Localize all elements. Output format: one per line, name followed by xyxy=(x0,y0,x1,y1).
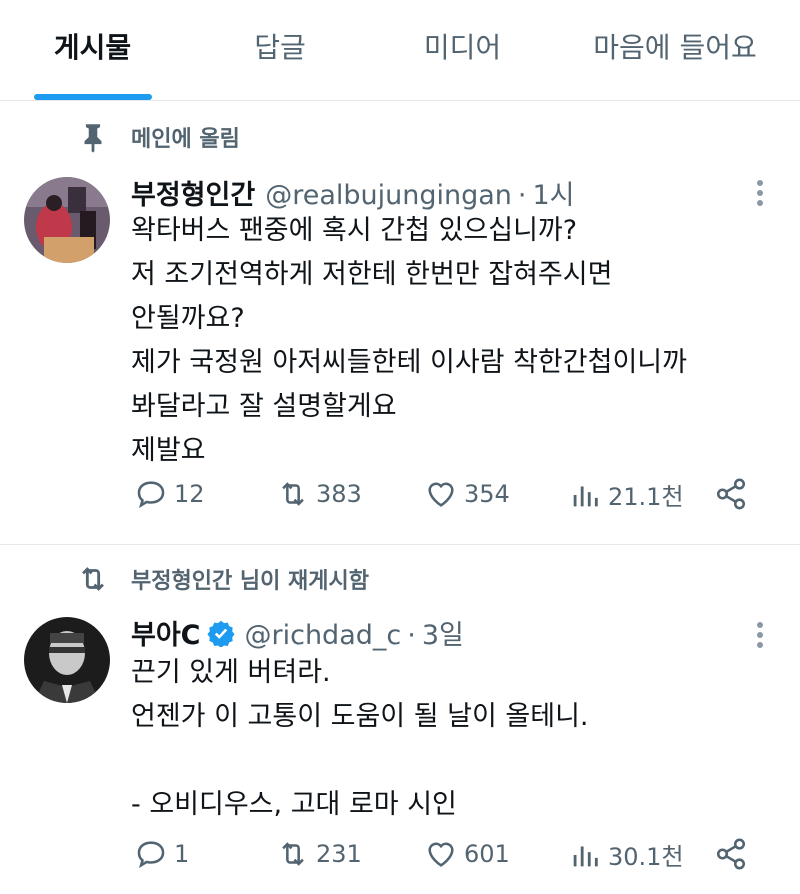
heart-icon xyxy=(428,842,454,867)
post-line: 제가 국정원 아저씨들한테 이사람 착한간첩이니까 xyxy=(131,347,687,378)
avatar[interactable] xyxy=(24,617,110,703)
repost-button[interactable]: 231 xyxy=(276,837,362,871)
tab-replies[interactable]: 답글 xyxy=(185,0,375,100)
reply-icon xyxy=(137,841,165,869)
like-count: 354 xyxy=(464,480,510,508)
tab-posts-label: 게시물 xyxy=(53,31,132,64)
repost-icon xyxy=(282,482,304,506)
reply-button[interactable]: 1 xyxy=(134,837,189,871)
share-button[interactable] xyxy=(714,837,748,871)
share-icon xyxy=(716,838,746,870)
avatar-image xyxy=(24,617,110,703)
heart-icon xyxy=(428,482,454,507)
display-name[interactable]: 부정형인간 xyxy=(131,173,255,212)
post-header: 부정형인간 @realbujungingan · 1시 xyxy=(131,173,575,212)
post-line: 끈기 있게 버텨라. xyxy=(131,657,331,688)
view-count: 30.1천 xyxy=(608,843,684,871)
repost-count: 383 xyxy=(316,480,362,508)
post-actions: 1 231 601 30.1천 xyxy=(0,837,800,883)
post-header: 부아C @richdad_c · 3일 xyxy=(131,613,464,652)
display-name[interactable]: 부아C xyxy=(131,613,201,652)
repost-label: 부정형인간 님이 재게시함 xyxy=(131,569,369,594)
analytics-icon xyxy=(573,846,598,866)
post-line: 언젠가 이 고통이 도움이 될 날이 올테니. xyxy=(131,701,589,732)
like-button[interactable]: 601 xyxy=(424,837,510,871)
repost-count: 231 xyxy=(316,840,362,868)
avatar-image xyxy=(24,177,110,263)
reply-count: 12 xyxy=(174,480,205,508)
separator-dot: · xyxy=(407,620,416,651)
post-body: 끈기 있게 버텨라. 언젠가 이 고통이 도움이 될 날이 올테니. - 오비디… xyxy=(131,651,771,827)
repost-context: 부정형인간 님이 재게시함 xyxy=(0,559,800,599)
more-options-icon[interactable] xyxy=(746,173,774,213)
post-actions: 12 383 354 21.1천 xyxy=(0,477,800,523)
avatar[interactable] xyxy=(24,177,110,263)
post-time[interactable]: 3일 xyxy=(422,613,464,652)
reply-count: 1 xyxy=(174,840,190,868)
post-pinned[interactable]: 메인에 올림 부정형인간 @realbujungingan · 1시 왁타버스 … xyxy=(0,101,800,545)
more-options-icon[interactable] xyxy=(746,615,774,655)
views-button[interactable]: 30.1천 xyxy=(568,837,684,872)
tab-replies-label: 답글 xyxy=(254,31,306,64)
share-button[interactable] xyxy=(714,477,748,511)
views-button[interactable]: 21.1천 xyxy=(568,477,684,512)
reply-button[interactable]: 12 xyxy=(134,477,205,511)
view-count: 21.1천 xyxy=(608,483,684,511)
reply-icon xyxy=(137,481,165,509)
profile-tabs: 게시물 답글 미디어 마음에 들어요 xyxy=(0,0,800,101)
pin-icon xyxy=(84,124,102,153)
post-line: 왁타버스 팬중에 혹시 간첩 있으십니까? xyxy=(131,215,578,246)
tab-posts[interactable]: 게시물 xyxy=(0,0,185,100)
separator-dot: · xyxy=(517,180,527,211)
post-repost[interactable]: 부정형인간 님이 재게시함 부아C @richdad_c · 3일 끈기 있게 … xyxy=(0,545,800,894)
post-line: 봐달라고 잘 설명할게요 xyxy=(131,391,397,422)
tab-media[interactable]: 미디어 xyxy=(375,0,550,100)
post-line: 안될까요? xyxy=(131,303,245,334)
user-handle[interactable]: @realbujungingan xyxy=(265,180,512,211)
share-icon xyxy=(716,478,746,510)
repost-button[interactable]: 383 xyxy=(276,477,362,511)
post-line: 저 조기전역하게 저한테 한번만 잡혀주시면 xyxy=(131,259,613,290)
analytics-icon xyxy=(573,486,598,506)
pinned-context: 메인에 올림 xyxy=(0,117,800,157)
pinned-label: 메인에 올림 xyxy=(131,127,240,152)
post-body: 왁타버스 팬중에 혹시 간첩 있으십니까? 저 조기전역하게 저한테 한번만 잡… xyxy=(131,209,771,473)
post-line: - 오비디우스, 고대 로마 시인 xyxy=(131,789,457,820)
post-time[interactable]: 1시 xyxy=(533,173,575,212)
like-button[interactable]: 354 xyxy=(424,477,510,511)
post-line xyxy=(131,739,771,783)
post-line: 제발요 xyxy=(131,435,206,466)
repost-icon xyxy=(282,842,304,866)
repost-icon xyxy=(82,567,104,591)
tab-media-label: 미디어 xyxy=(423,31,502,64)
tab-likes-label: 마음에 들어요 xyxy=(593,31,757,64)
like-count: 601 xyxy=(464,840,510,868)
user-handle[interactable]: @richdad_c xyxy=(245,620,402,651)
active-tab-indicator xyxy=(34,94,152,100)
verified-badge-icon xyxy=(206,620,235,647)
tab-likes[interactable]: 마음에 들어요 xyxy=(550,0,800,100)
